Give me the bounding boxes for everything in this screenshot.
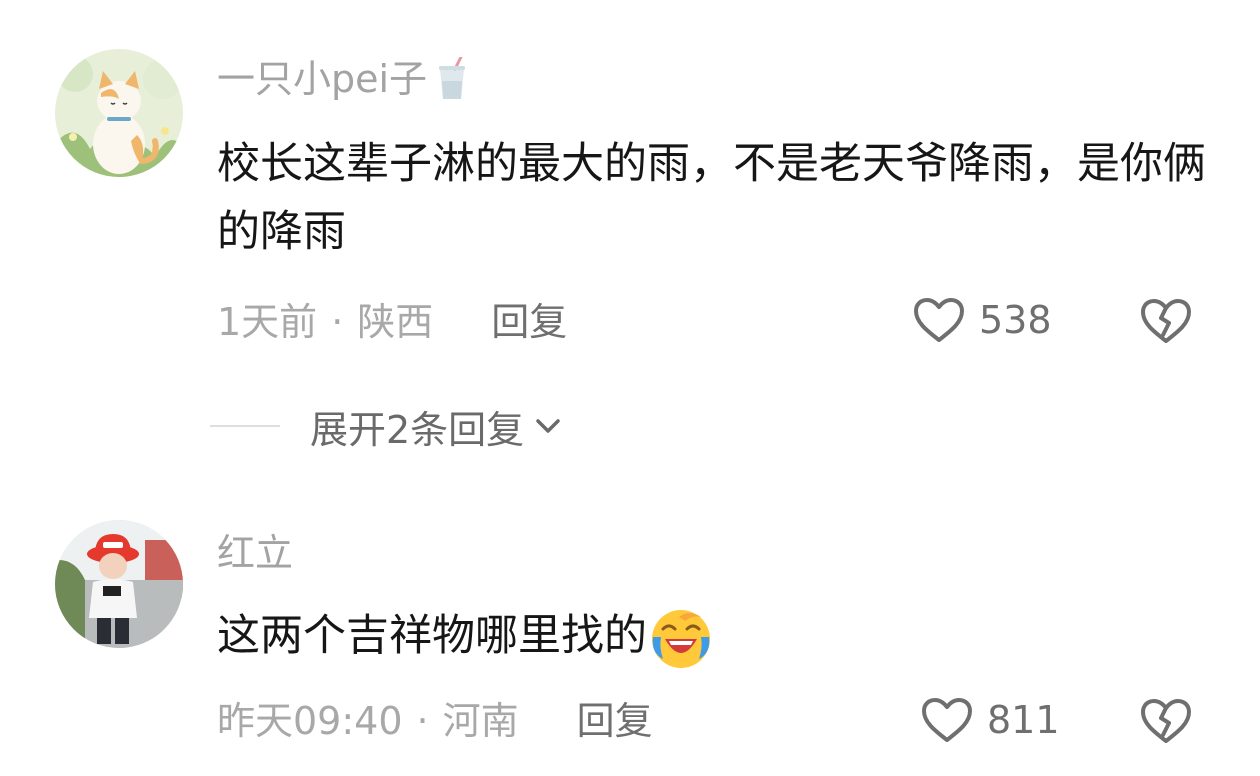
reply-button[interactable]: 回复	[491, 299, 567, 345]
username-text: 红立	[217, 531, 294, 575]
username-text: 一只小pei子	[217, 57, 428, 101]
comment-meta: 1天前 · 陕西 回复	[217, 299, 567, 345]
comment-text-body: 这两个吉祥物哪里找的	[217, 611, 647, 661]
expand-divider	[210, 425, 280, 427]
like-count: 811	[987, 698, 1060, 742]
child-avatar-image	[55, 520, 183, 648]
comment-meta: 昨天09:40 · 河南 回复	[217, 698, 653, 744]
cup-icon	[435, 55, 469, 101]
meta-separator: ·	[416, 699, 429, 743]
comment-location: 陕西	[357, 300, 434, 344]
chevron-down-icon	[536, 419, 560, 433]
dislike-button[interactable]	[1140, 697, 1192, 749]
like-button[interactable]: 811	[921, 697, 1060, 743]
expand-replies-label: 展开2条回复	[310, 407, 525, 452]
expand-replies-button[interactable]: 展开2条回复	[310, 399, 566, 454]
like-count: 538	[979, 298, 1052, 342]
dislike-button[interactable]	[1140, 297, 1192, 349]
broken-heart-icon	[1141, 299, 1191, 343]
heart-icon	[922, 698, 972, 742]
reply-button[interactable]: 回复	[577, 698, 653, 744]
user-avatar[interactable]	[55, 49, 183, 177]
laughing-crying-emoji	[649, 607, 713, 671]
comment-time: 昨天09:40	[217, 699, 403, 743]
heart-icon	[914, 298, 964, 342]
username[interactable]: 红立	[217, 530, 293, 576]
like-button[interactable]: 538	[913, 297, 1052, 343]
expand-replies: 展开2条回复	[210, 399, 566, 454]
comment-location: 河南	[442, 699, 519, 743]
user-avatar[interactable]	[55, 520, 183, 648]
comment-text: 这两个吉祥物哪里找的	[217, 602, 1217, 671]
comment-text: 校长这辈子淋的最大的雨，不是老天爷降雨，是你俩的降雨	[217, 139, 1206, 257]
meta-separator: ·	[331, 300, 344, 344]
username[interactable]: 一只小pei子	[217, 55, 469, 102]
comment-time: 1天前	[217, 300, 318, 344]
broken-heart-icon	[1141, 699, 1191, 743]
cat-avatar-image	[55, 49, 183, 177]
